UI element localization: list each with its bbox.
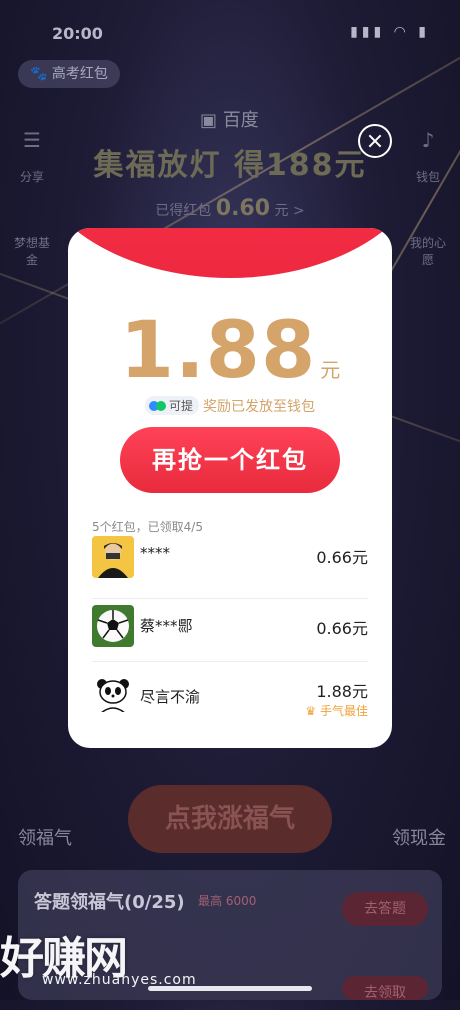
dream-fund-button[interactable]: 梦想基金 — [12, 234, 52, 268]
music-icon: ♪ — [421, 128, 435, 152]
envelope-flap — [68, 228, 392, 278]
close-button[interactable] — [358, 124, 392, 158]
list-item: 尽言不渝 1.88元 ♛ 手气最佳 — [92, 662, 368, 734]
best-luck-label: 手气最佳 — [319, 704, 368, 718]
claimer-name: 蔡***郻 — [140, 617, 193, 635]
wish-button[interactable]: 我的心愿 — [408, 234, 448, 268]
wallet-label: 钱包 — [415, 170, 440, 184]
reward-note: 可提 奖励已发放至钱包 — [68, 396, 392, 416]
wallet-button[interactable]: ♪ 钱包 — [408, 128, 448, 185]
claimer-name: 尽言不渝 — [140, 688, 201, 706]
boost-fortune-button[interactable]: 点我涨福气 — [128, 785, 332, 853]
claimer-amount: 0.66元 — [316, 619, 368, 638]
status-icons: ▮▮▮ ◠ ▮ — [350, 24, 430, 40]
logo-label: 百度 — [222, 110, 259, 131]
claimer-name: **** — [140, 544, 170, 562]
quiz-task-reward: 最高 6000 — [198, 894, 257, 908]
avatar — [92, 536, 134, 578]
paw-logo-icon: ▣ — [200, 110, 218, 131]
red-envelope-modal: 1.88 元 可提 奖励已发放至钱包 再抢一个红包 5个红包，已领取4/5 ****… — [68, 228, 392, 748]
panda-avatar-icon — [92, 670, 134, 712]
person-avatar-icon — [92, 536, 134, 578]
withdraw-tag: 可提 — [144, 396, 199, 415]
collect-fortune-label[interactable]: 领福气 — [18, 824, 72, 850]
amount-value: 1.88 — [119, 306, 317, 396]
share-button[interactable]: ☰ 分享 — [12, 128, 52, 185]
crown-icon: ♛ — [305, 704, 317, 718]
gaokao-tag-label: 高考红包 — [51, 66, 108, 82]
claim-progress: 5个红包，已领取4/5 — [92, 520, 203, 534]
earned-summary[interactable]: 已得红包 0.60 元 > — [0, 196, 460, 221]
list-item: **** 0.66元 — [92, 536, 368, 599]
avatar — [92, 605, 134, 647]
earned-unit: 元 > — [274, 203, 305, 219]
claim-list: **** 0.66元 蔡***郻 0.66元 尽言不渝 1.88元 ♛ 手气最佳 — [92, 536, 368, 734]
grab-again-button[interactable]: 再抢一个红包 — [120, 427, 340, 493]
avatar — [92, 670, 134, 712]
collect-cash-label[interactable]: 领现金 — [392, 824, 446, 850]
earned-value: 0.60 — [215, 196, 271, 221]
baidu-logo: ▣ 百度 — [200, 106, 259, 132]
dream-fund-label: 梦想基金 — [13, 236, 50, 267]
amount-unit: 元 — [320, 358, 341, 382]
status-bar: 20:00 ▮▮▮ ◠ ▮ — [0, 0, 460, 60]
quiz-task-title: 答题领福气(0/25) — [34, 892, 185, 913]
status-time: 20:00 — [52, 24, 103, 43]
go-quiz-button[interactable]: 去答题 — [342, 892, 428, 926]
withdraw-label: 可提 — [168, 399, 193, 413]
claimer-amount: 0.66元 — [316, 548, 368, 567]
menu-icon: ☰ — [23, 128, 41, 152]
paw-icon: 🐾 — [30, 66, 48, 82]
best-luck-badge: ♛ 手气最佳 — [305, 702, 368, 719]
go-claim-button[interactable]: 去领取 — [342, 976, 428, 1001]
home-indicator[interactable] — [148, 986, 312, 991]
share-label: 分享 — [19, 170, 44, 184]
list-item: 蔡***郻 0.66元 — [92, 599, 368, 662]
reward-amount: 1.88 元 — [68, 306, 392, 396]
earned-label: 已得红包 — [155, 203, 212, 219]
wish-label: 我的心愿 — [409, 236, 446, 267]
reward-note-text: 奖励已发放至钱包 — [203, 399, 315, 415]
wechat-icon — [155, 401, 166, 411]
claimer-amount: 1.88元 — [316, 682, 368, 701]
soccer-ball-icon — [92, 605, 134, 647]
gaokao-hongbao-tag[interactable]: 🐾 高考红包 — [18, 60, 120, 88]
